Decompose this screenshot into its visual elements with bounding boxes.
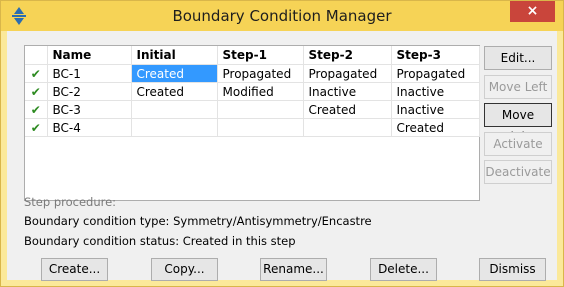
column-header-status [25, 46, 48, 65]
table-cell-initial[interactable]: Created [131, 64, 218, 83]
table-cell-step-3[interactable]: Inactive [391, 100, 480, 119]
delete-button[interactable]: Delete... [370, 258, 437, 281]
check-icon[interactable]: ✔ [25, 82, 48, 101]
column-header-name[interactable]: Name [47, 46, 132, 65]
check-icon[interactable]: ✔ [25, 64, 48, 83]
table-cell-step-3[interactable]: Propagated [391, 64, 480, 83]
edit-button[interactable]: Edit... [484, 46, 552, 70]
dismiss-button[interactable]: Dismiss [479, 258, 546, 281]
table-cell-name[interactable]: BC-3 [47, 100, 132, 119]
title-bar[interactable]: Boundary Condition Manager × [1, 1, 563, 31]
boundary-condition-type: Boundary condition type: Symmetry/Antisy… [24, 214, 372, 228]
boundary-condition-status: Boundary condition status: Created in th… [24, 234, 296, 248]
table-cell-name[interactable]: BC-2 [47, 82, 132, 101]
create-button[interactable]: Create... [41, 258, 108, 281]
table-cell-name[interactable]: BC-4 [47, 118, 132, 137]
column-header-initial[interactable]: Initial [131, 46, 218, 65]
table-cell-step-2[interactable]: Propagated [303, 64, 392, 83]
move-left-button[interactable]: Move Left [484, 75, 552, 99]
check-icon[interactable]: ✔ [25, 100, 48, 119]
table-cell-step-1[interactable]: Modified [217, 82, 304, 101]
check-icon[interactable]: ✔ [25, 118, 48, 137]
table-row[interactable]: ✔ BC-4 Created [25, 118, 480, 137]
deactivate-button[interactable]: Deactivate [484, 160, 552, 184]
dialog-body: Name Initial Step-1 Step-2 Step-3 ✔ BC-1… [7, 31, 557, 281]
column-header-step-3[interactable]: Step-3 [391, 46, 480, 65]
table-cell-step-1[interactable] [217, 118, 304, 137]
column-header-step-2[interactable]: Step-2 [303, 46, 392, 65]
column-header-step-1[interactable]: Step-1 [217, 46, 304, 65]
table-cell-step-2[interactable]: Created [303, 100, 392, 119]
rename-button[interactable]: Rename... [260, 258, 327, 281]
table-row[interactable]: ✔ BC-1 Created Propagated Propagated Pro… [25, 64, 480, 83]
table-cell-step-3[interactable]: Inactive [391, 82, 480, 101]
table-cell-step-1[interactable] [217, 100, 304, 119]
table-cell-step-3[interactable]: Created [391, 118, 480, 137]
activate-button[interactable]: Activate [484, 132, 552, 156]
dialog-window: Boundary Condition Manager × Name Initia… [0, 0, 564, 287]
table-cell-step-2[interactable] [303, 118, 392, 137]
table-cell-name[interactable]: BC-1 [47, 64, 132, 83]
table-row[interactable]: ✔ BC-2 Created Modified Inactive Inactiv… [25, 82, 480, 101]
table-cell-initial[interactable] [131, 118, 218, 137]
window-title: Boundary Condition Manager [172, 7, 392, 25]
table-cell-step-1[interactable]: Propagated [217, 64, 304, 83]
table-cell-step-2[interactable]: Inactive [303, 82, 392, 101]
move-right-button[interactable]: Move Right [484, 103, 552, 144]
step-procedure-label: Step procedure: [24, 195, 117, 209]
copy-button[interactable]: Copy... [151, 258, 218, 281]
table-cell-initial[interactable]: Created [131, 82, 218, 101]
table-row[interactable]: ✔ BC-3 Created Inactive [25, 100, 480, 119]
close-button[interactable]: × [510, 1, 555, 22]
boundary-condition-table[interactable]: Name Initial Step-1 Step-2 Step-3 ✔ BC-1… [24, 45, 480, 201]
table-header-row: Name Initial Step-1 Step-2 Step-3 [25, 46, 480, 65]
table-cell-initial[interactable] [131, 100, 218, 119]
